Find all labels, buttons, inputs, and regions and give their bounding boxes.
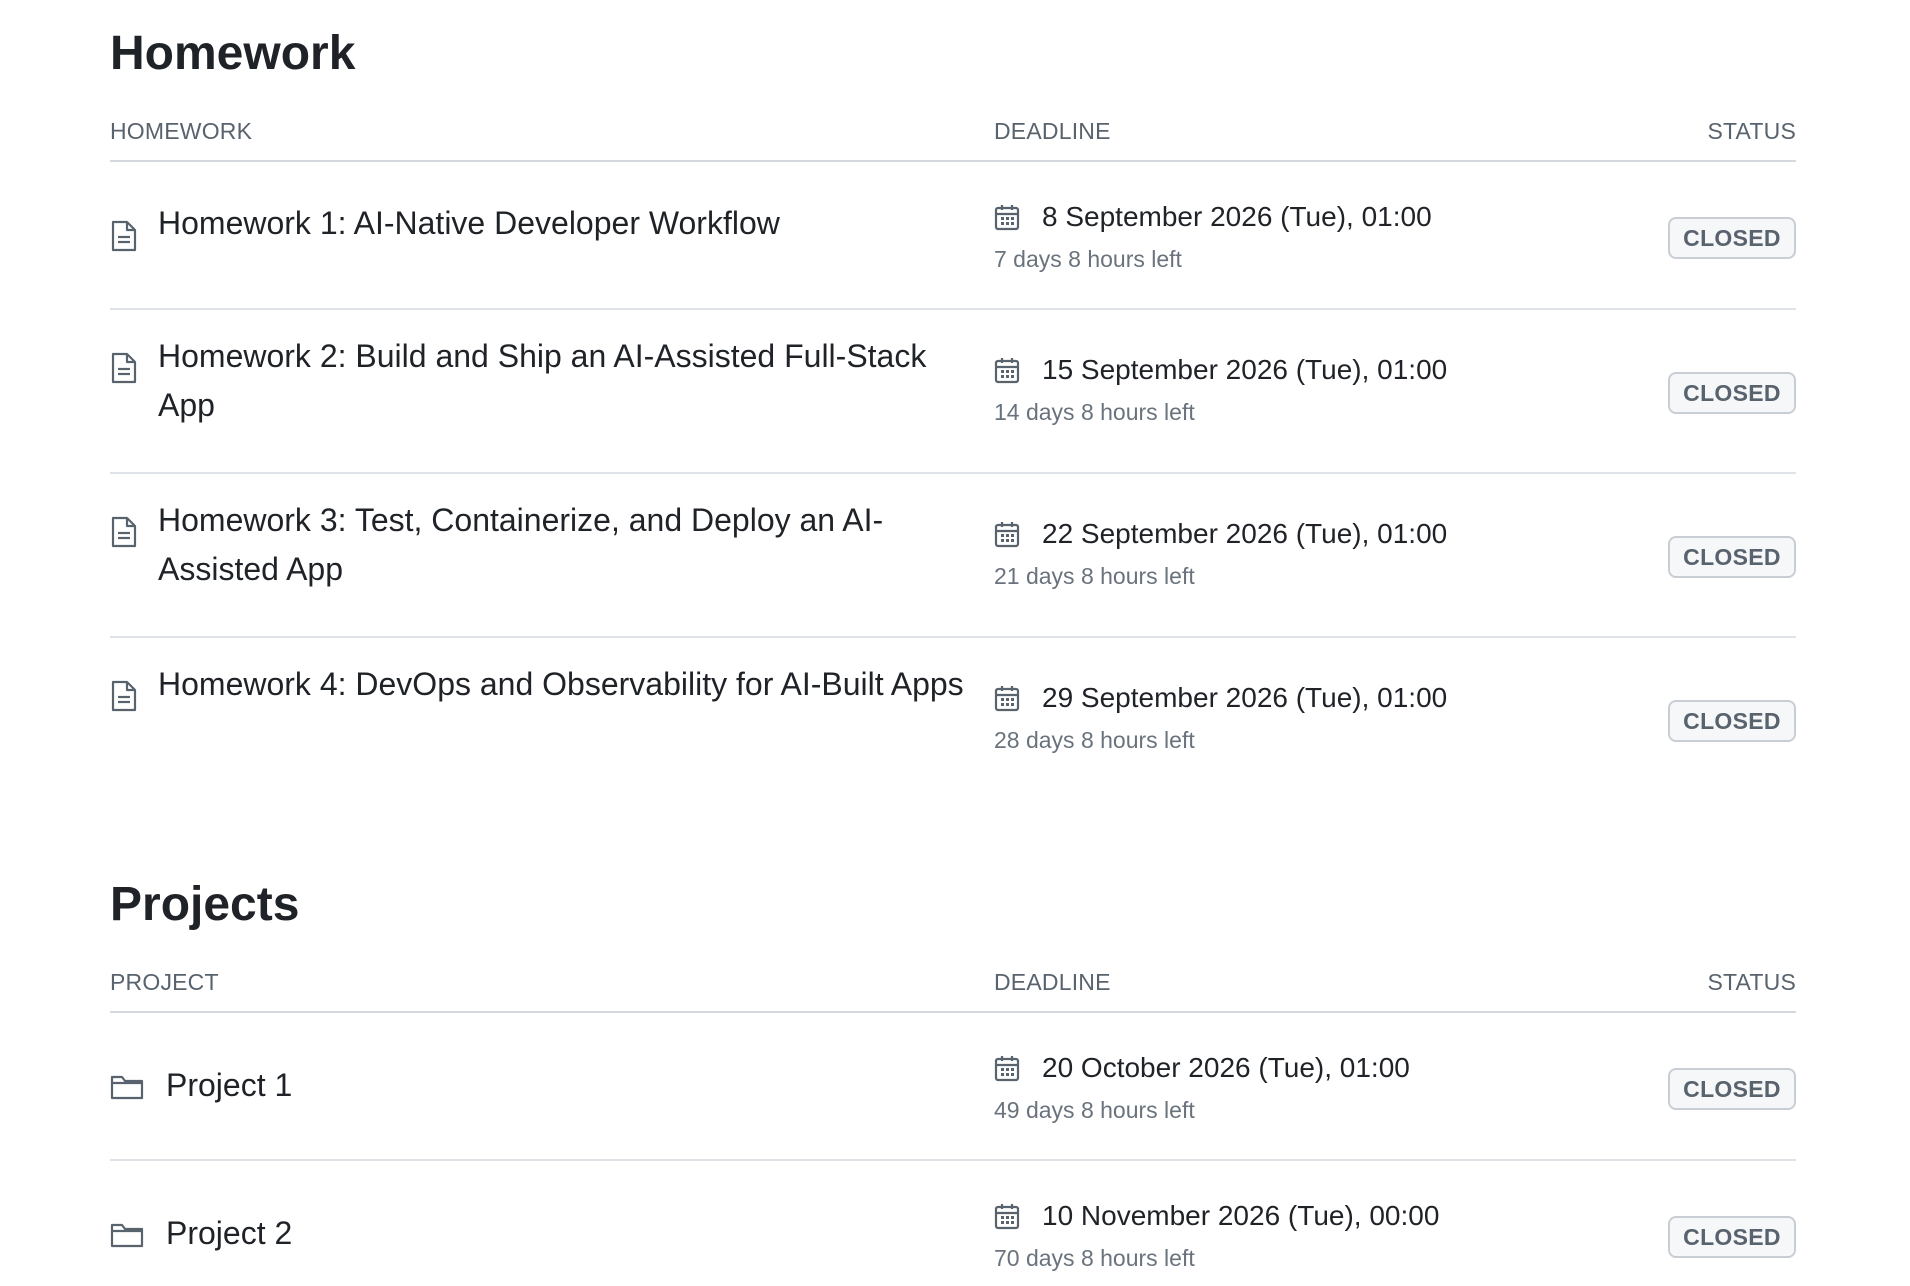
column-header-status: STATUS bbox=[1707, 969, 1796, 995]
page: Homework HOMEWORK DEADLINE STATUS Homewo… bbox=[0, 0, 1910, 1286]
document-icon bbox=[111, 516, 137, 548]
time-left: 21 days 8 hours left bbox=[994, 563, 1195, 589]
time-left: 49 days 8 hours left bbox=[994, 1097, 1195, 1123]
time-left: 70 days 8 hours left bbox=[994, 1245, 1195, 1271]
calendar-icon bbox=[994, 686, 1020, 712]
calendar-icon bbox=[994, 1056, 1020, 1082]
calendar-icon bbox=[994, 205, 1020, 231]
deadline-date: 8 September 2026 (Tue), 01:00 bbox=[1042, 201, 1432, 232]
homework-table-header: HOMEWORK DEADLINE STATUS bbox=[110, 104, 1796, 162]
projects-section-title: Projects bbox=[110, 878, 300, 931]
project-link[interactable]: Project 1 bbox=[166, 1061, 976, 1110]
project-link[interactable]: Project 2 bbox=[166, 1209, 976, 1258]
status-badge: CLOSED bbox=[1668, 1216, 1796, 1258]
time-left: 7 days 8 hours left bbox=[994, 246, 1182, 272]
status-badge: CLOSED bbox=[1668, 372, 1796, 414]
project-row: Project 2 10 November 2026 (Tue), 00:00 … bbox=[110, 1161, 1796, 1286]
deadline-date: 15 September 2026 (Tue), 01:00 bbox=[1042, 354, 1448, 385]
deadline-date: 10 November 2026 (Tue), 00:00 bbox=[1042, 1200, 1440, 1231]
deadline-date: 20 October 2026 (Tue), 01:00 bbox=[1042, 1052, 1410, 1083]
column-header-project: PROJECT bbox=[110, 969, 219, 995]
projects-table-header: PROJECT DEADLINE STATUS bbox=[110, 955, 1796, 1013]
column-header-status: STATUS bbox=[1707, 118, 1796, 144]
project-row: Project 1 20 October 2026 (Tue), 01:00 4… bbox=[110, 1013, 1796, 1161]
projects-section: Projects PROJECT DEADLINE STATUS Project… bbox=[110, 851, 1796, 1286]
folder-icon bbox=[110, 1075, 144, 1100]
document-icon bbox=[111, 220, 137, 252]
deadline-date: 29 September 2026 (Tue), 01:00 bbox=[1042, 682, 1448, 713]
homework-link[interactable]: Homework 2: Build and Ship an AI-Assiste… bbox=[158, 332, 968, 430]
homework-link[interactable]: Homework 4: DevOps and Observability for… bbox=[158, 660, 968, 709]
status-badge: CLOSED bbox=[1668, 536, 1796, 578]
homework-row: Homework 4: DevOps and Observability for… bbox=[110, 638, 1796, 802]
homework-section: Homework HOMEWORK DEADLINE STATUS Homewo… bbox=[110, 0, 1796, 802]
homework-row: Homework 2: Build and Ship an AI-Assiste… bbox=[110, 310, 1796, 474]
calendar-icon bbox=[994, 1204, 1020, 1230]
document-icon bbox=[111, 352, 137, 384]
column-header-deadline: DEADLINE bbox=[994, 969, 1111, 995]
status-badge: CLOSED bbox=[1668, 700, 1796, 742]
calendar-icon bbox=[994, 522, 1020, 548]
homework-link[interactable]: Homework 1: AI-Native Developer Workflow bbox=[158, 199, 968, 248]
status-badge: CLOSED bbox=[1668, 217, 1796, 259]
column-header-homework: HOMEWORK bbox=[110, 118, 253, 144]
deadline-date: 22 September 2026 (Tue), 01:00 bbox=[1042, 518, 1448, 549]
folder-icon bbox=[110, 1223, 144, 1248]
time-left: 14 days 8 hours left bbox=[994, 399, 1195, 425]
calendar-icon bbox=[994, 358, 1020, 384]
homework-row: Homework 1: AI-Native Developer Workflow… bbox=[110, 162, 1796, 310]
time-left: 28 days 8 hours left bbox=[994, 727, 1195, 753]
homework-section-title: Homework bbox=[110, 27, 356, 80]
column-header-deadline: DEADLINE bbox=[994, 118, 1111, 144]
homework-link[interactable]: Homework 3: Test, Containerize, and Depl… bbox=[158, 496, 968, 594]
status-badge: CLOSED bbox=[1668, 1068, 1796, 1110]
document-icon bbox=[111, 680, 137, 712]
homework-row: Homework 3: Test, Containerize, and Depl… bbox=[110, 474, 1796, 638]
